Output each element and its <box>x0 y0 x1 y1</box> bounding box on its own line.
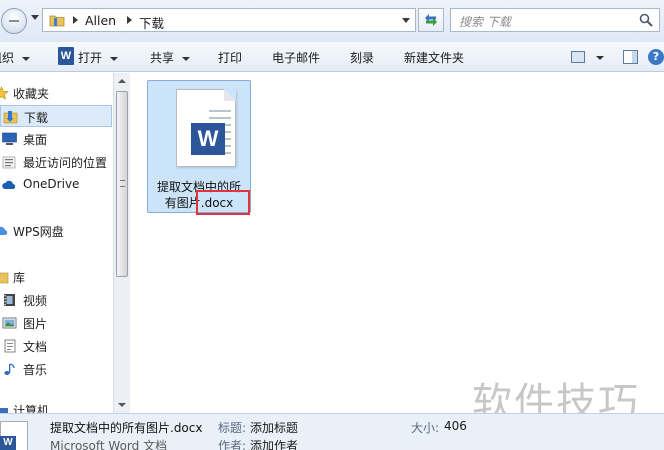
open-label: 打开 <box>78 51 103 65</box>
nav-documents-label: 文档 <box>23 340 48 354</box>
cloud-icon <box>2 180 16 189</box>
details-author-value[interactable]: 添加作者 <box>250 437 298 450</box>
details-filetype: Microsoft Word 文档 <box>50 439 168 450</box>
page-fold <box>224 89 236 101</box>
nav-onedrive-label: OneDrive <box>23 177 80 191</box>
organize-label: 组织 <box>0 51 15 65</box>
search-icon[interactable] <box>639 13 653 27</box>
doc-line <box>209 110 231 112</box>
details-title-key: 标题: <box>218 421 247 435</box>
details-size-value: 406 <box>444 419 467 433</box>
breadcrumb-downloads[interactable]: 下载 <box>139 13 164 32</box>
word-file-thumbnail-icon <box>0 421 28 450</box>
scrollbar-thumb[interactable] <box>116 91 128 277</box>
nav-wps-label: WPS网盘 <box>13 225 64 239</box>
chevron-down-icon <box>110 56 119 61</box>
refresh-icon <box>425 14 437 26</box>
grip-icon <box>120 180 125 187</box>
navigation-pane: 收藏夹 下载 桌面 最近访问的位置 OneDrive WPS网盘 库 视频 图片… <box>0 73 112 413</box>
details-size-key: 大小: <box>411 421 440 435</box>
organize-menu[interactable]: 组织 <box>0 49 31 66</box>
recent-places-icon <box>2 156 16 169</box>
nav-music[interactable]: 音乐 <box>0 358 112 380</box>
recent-pages-dropdown[interactable] <box>31 15 39 20</box>
nav-pictures[interactable]: 图片 <box>0 312 112 334</box>
back-button[interactable] <box>1 8 27 34</box>
help-icon[interactable]: ? <box>648 49 664 65</box>
scroll-down-icon[interactable] <box>118 403 126 407</box>
nav-videos[interactable]: 视频 <box>0 289 112 311</box>
doc-line <box>209 117 231 119</box>
address-history-dropdown[interactable] <box>402 18 410 23</box>
nav-downloads[interactable]: 下载 <box>0 105 112 127</box>
breadcrumb-chevron-icon[interactable] <box>73 16 78 24</box>
music-icon <box>4 363 15 375</box>
word-logo-icon: W <box>191 123 225 155</box>
chevron-down-icon <box>22 56 31 61</box>
nav-music-label: 音乐 <box>23 363 48 377</box>
nav-desktop-label: 桌面 <box>23 133 48 147</box>
nav-onedrive[interactable]: OneDrive <box>0 174 112 196</box>
nav-documents[interactable]: 文档 <box>0 335 112 357</box>
scroll-up-icon[interactable] <box>118 79 126 83</box>
nav-favorites-label: 收藏夹 <box>13 87 50 101</box>
word-app-icon: W <box>58 47 74 65</box>
nav-videos-label: 视频 <box>23 294 48 308</box>
search-placeholder: 搜索 下载 <box>459 15 511 29</box>
nav-computer-label: 计算机 <box>13 404 50 413</box>
folder-icon <box>49 15 65 27</box>
preview-pane-icon[interactable] <box>623 50 638 64</box>
nav-computer[interactable]: 计算机 <box>0 403 112 413</box>
nav-favorites[interactable]: 收藏夹 <box>0 82 112 104</box>
star-icon <box>0 86 9 100</box>
extension-highlight-box <box>196 190 250 215</box>
command-bar: 组织 W 打开 共享 打印 电子邮件 刻录 新建文件夹 ? <box>0 42 664 72</box>
nav-libraries-label: 库 <box>13 271 26 285</box>
nav-scrollbar[interactable] <box>113 73 130 413</box>
breadcrumb-chevron-icon[interactable] <box>127 16 132 24</box>
nav-downloads-label: 下载 <box>24 111 49 125</box>
desktop-icon <box>2 132 17 145</box>
nav-pictures-label: 图片 <box>23 317 48 331</box>
chevron-down-icon[interactable] <box>596 56 604 60</box>
share-menu[interactable]: 共享 <box>150 49 191 66</box>
nav-desktop[interactable]: 桌面 <box>0 128 112 150</box>
word-document-icon: W <box>176 89 236 167</box>
new-folder-button[interactable]: 新建文件夹 <box>404 49 464 66</box>
video-icon <box>4 294 15 306</box>
library-icon <box>0 272 9 284</box>
refresh-button[interactable] <box>418 8 444 32</box>
details-title-value[interactable]: 添加标题 <box>250 419 298 436</box>
print-button[interactable]: 打印 <box>218 49 242 66</box>
search-input[interactable]: 搜索 下载 <box>450 8 660 32</box>
details-author-key: 作者: <box>218 439 247 450</box>
view-options-icon[interactable] <box>571 51 585 63</box>
details-filename: 提取文档中的所有图片.docx <box>50 421 203 435</box>
wps-cloud-icon <box>0 226 8 235</box>
nav-libraries[interactable]: 库 <box>0 266 112 288</box>
email-button[interactable]: 电子邮件 <box>272 49 320 66</box>
open-menu[interactable]: 打开 <box>78 49 119 66</box>
nav-recent-label: 最近访问的位置 <box>23 156 108 170</box>
document-icon <box>4 339 16 353</box>
chevron-down-icon <box>182 56 191 61</box>
address-row: Allen 下载 搜索 下载 <box>0 0 664 42</box>
nav-wps[interactable]: WPS网盘 <box>0 220 112 242</box>
address-bar[interactable]: Allen 下载 <box>42 8 416 32</box>
breadcrumb-allen[interactable]: Allen <box>85 13 116 28</box>
share-label: 共享 <box>150 51 175 65</box>
burn-button[interactable]: 刻录 <box>350 49 374 66</box>
picture-icon <box>2 317 17 329</box>
downloads-folder-icon <box>3 111 18 124</box>
nav-recent[interactable]: 最近访问的位置 <box>0 151 112 173</box>
details-pane: 提取文档中的所有图片.docx Microsoft Word 文档 标题: 添加… <box>0 413 664 450</box>
